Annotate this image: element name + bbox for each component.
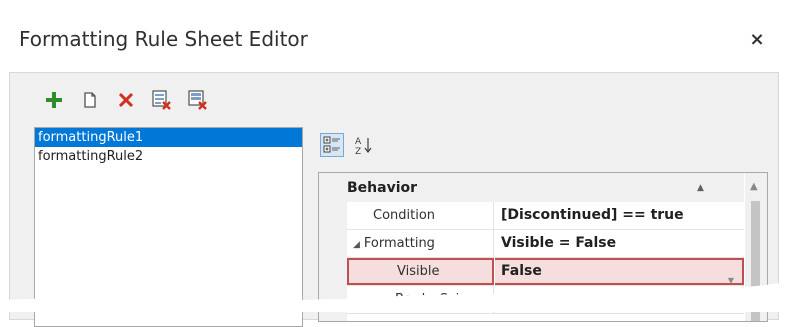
property-value[interactable]: [Discontinued] == true bbox=[495, 202, 744, 229]
window-title: Formatting Rule Sheet Editor bbox=[19, 27, 308, 51]
collapse-icon[interactable]: ▲ bbox=[697, 183, 704, 193]
alphabetical-sort-button[interactable]: A Z bbox=[352, 133, 376, 157]
delete-rule-sheet-button[interactable] bbox=[149, 87, 175, 113]
scroll-up-icon[interactable]: ▲ bbox=[750, 181, 758, 192]
property-value: False bbox=[501, 263, 542, 279]
add-icon bbox=[46, 92, 62, 108]
delete-all-icon bbox=[188, 90, 207, 110]
property-name: Condition bbox=[347, 202, 494, 229]
list-item[interactable]: formattingRule2 bbox=[35, 147, 302, 166]
property-name: BorderColor bbox=[347, 286, 494, 313]
categorized-button[interactable] bbox=[320, 133, 344, 157]
property-row-condition[interactable]: Condition [Discontinued] == true bbox=[347, 202, 744, 230]
add-rule-button[interactable] bbox=[41, 87, 67, 113]
delete-icon bbox=[118, 92, 134, 108]
category-row[interactable]: Behavior ▲ bbox=[319, 173, 744, 202]
delete-all-rules-button[interactable] bbox=[185, 87, 211, 113]
delete-rule-button[interactable] bbox=[113, 87, 139, 113]
property-grid: Behavior ▲ Condition [Discontinued] == t… bbox=[318, 172, 768, 322]
svg-text:Z: Z bbox=[355, 147, 361, 155]
close-icon[interactable]: × bbox=[742, 25, 772, 53]
scroll-thumb[interactable] bbox=[751, 201, 760, 321]
property-value[interactable]: Visible = False bbox=[495, 230, 744, 257]
property-name-wrap: ◢ Formatting bbox=[347, 230, 494, 257]
property-grid-toolbar: A Z bbox=[320, 133, 384, 157]
property-row-formatting[interactable]: ◢ Formatting Visible = False bbox=[347, 230, 744, 258]
rules-toolbar bbox=[41, 86, 221, 114]
delete-rule-icon bbox=[152, 90, 171, 110]
alphabetical-sort-icon: A Z bbox=[355, 137, 372, 155]
svg-text:A: A bbox=[355, 137, 362, 147]
property-row-bordercolor[interactable]: BorderColor bbox=[347, 286, 744, 314]
vertical-scrollbar[interactable]: ▲ bbox=[745, 173, 767, 321]
property-value-editor[interactable]: False ▼ bbox=[495, 258, 744, 285]
category-label: Behavior bbox=[347, 180, 418, 196]
formatting-rule-list[interactable]: formattingRule1 formattingRule2 bbox=[34, 127, 303, 327]
categorized-icon bbox=[323, 136, 340, 153]
expand-icon[interactable]: ◢ bbox=[353, 240, 360, 250]
property-row-visible[interactable]: Visible False ▼ bbox=[347, 258, 744, 286]
copy-icon bbox=[84, 92, 96, 108]
property-name: Formatting bbox=[363, 236, 435, 251]
property-name: Visible bbox=[347, 258, 494, 285]
copy-rule-button[interactable] bbox=[77, 87, 103, 113]
window-titlebar: Formatting Rule Sheet Editor × bbox=[0, 0, 790, 76]
property-gutter bbox=[319, 202, 347, 321]
property-value[interactable] bbox=[495, 286, 744, 313]
list-item[interactable]: formattingRule1 bbox=[35, 128, 302, 147]
